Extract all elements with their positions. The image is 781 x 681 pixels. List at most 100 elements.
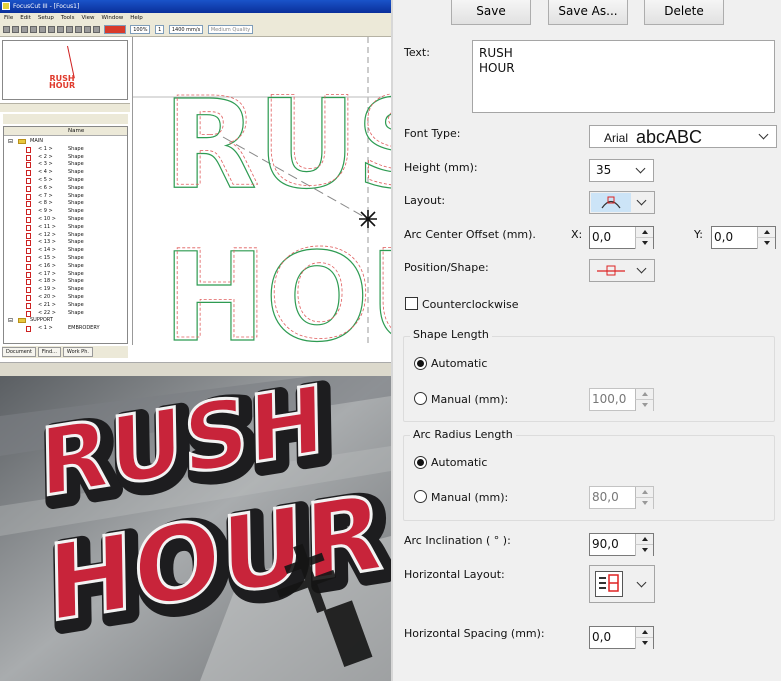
font-type-label: Font Type:	[404, 127, 461, 140]
redo-icon[interactable]	[66, 26, 73, 33]
spin-down-icon[interactable]	[635, 238, 653, 249]
folder-icon	[18, 139, 26, 144]
tree-row[interactable]: < 4 > Shape	[4, 169, 127, 177]
tree-row[interactable]: < 1 > EMBRODERY	[4, 325, 127, 333]
chevron-down-icon	[631, 160, 653, 181]
menu-item-window[interactable]: Window	[102, 15, 124, 21]
color-picker[interactable]	[103, 25, 126, 34]
tree-row[interactable]: < 1 > Shape	[4, 146, 127, 154]
arc-radius-title: Arc Radius Length	[410, 428, 516, 441]
menu-item-help[interactable]: Help	[130, 15, 143, 21]
paste-icon[interactable]	[48, 26, 55, 33]
shape-length-manual-input[interactable]: 100,0	[589, 388, 654, 411]
spin-down-icon[interactable]	[635, 638, 653, 649]
tree-row[interactable]: < 19 > Shape	[4, 286, 127, 294]
tree-row[interactable]: < 22 > Shape	[4, 310, 127, 318]
spin-up-icon[interactable]	[635, 534, 653, 545]
font-type-select[interactable]: Arial abcABC	[589, 125, 777, 148]
arc-inclination-input[interactable]: 90,0	[589, 533, 654, 556]
menu-item-setup[interactable]: Setup	[38, 15, 54, 21]
cut-icon[interactable]	[30, 26, 37, 33]
height-select[interactable]: 35	[589, 159, 654, 182]
speed-field[interactable]: 1400 mm/s	[168, 25, 204, 34]
help-icon[interactable]	[93, 26, 100, 33]
tree-row[interactable]: < 5 > Shape	[4, 177, 127, 185]
arc-center-y-input[interactable]: 0,0	[711, 226, 776, 249]
cut-job-icon[interactable]	[84, 26, 91, 33]
tree-row[interactable]: < 17 > Shape	[4, 271, 127, 279]
arc-radius-automatic-radio[interactable]	[414, 456, 427, 469]
menu-item-view[interactable]: View	[81, 15, 94, 21]
shape-length-automatic-radio[interactable]	[414, 357, 427, 370]
tree-row[interactable]: < 13 > Shape	[4, 239, 127, 247]
new-icon[interactable]	[3, 26, 10, 33]
tree-row[interactable]: < 9 > Shape	[4, 208, 127, 216]
delete-button[interactable]: Delete	[644, 0, 724, 25]
baseline-position-icon	[593, 262, 629, 279]
text-input[interactable]: RUSH HOUR	[472, 40, 775, 113]
spin-up-icon[interactable]	[635, 389, 653, 400]
chevron-down-icon	[632, 260, 654, 281]
arc-radius-manual-input[interactable]: 80,0	[589, 486, 654, 509]
arc-center-x-input[interactable]: 0,0	[589, 226, 654, 249]
copy-icon[interactable]	[39, 26, 46, 33]
tree-row[interactable]: < 2 > Shape	[4, 154, 127, 162]
panel-tab[interactable]: Find...	[37, 347, 61, 357]
layout-label: Layout:	[404, 194, 446, 207]
quality-field[interactable]: Medium Quality	[207, 25, 254, 34]
shape-icon	[26, 263, 31, 270]
tree-row[interactable]: < 10 > Shape	[4, 216, 127, 224]
tree-row[interactable]: < 12 > Shape	[4, 232, 127, 240]
tree-row[interactable]: < 20 > Shape	[4, 294, 127, 302]
tree-row[interactable]: < 6 > Shape	[4, 185, 127, 193]
spin-up-icon[interactable]	[757, 227, 775, 238]
app-icon	[2, 2, 10, 10]
spin-down-icon[interactable]	[635, 400, 653, 411]
counterclockwise-checkbox[interactable]	[405, 297, 418, 310]
layer-field[interactable]: 1	[155, 25, 165, 34]
save-as-button[interactable]: Save As...	[548, 0, 628, 25]
focuscut-window: FocusCut III - [Focus1] File Edit Setup Too…	[0, 0, 391, 681]
tree-row[interactable]: < 14 > Shape	[4, 247, 127, 255]
tree-row[interactable]: < 21 > Shape	[4, 302, 127, 310]
menu-item-edit[interactable]: Edit	[20, 15, 31, 21]
shape-icon	[26, 217, 31, 223]
tree-row[interactable]: < 11 > Shape	[4, 224, 127, 232]
shape-icon	[26, 162, 31, 169]
print-icon[interactable]	[75, 26, 82, 33]
spin-down-icon[interactable]	[757, 238, 775, 249]
spin-up-icon[interactable]	[635, 227, 653, 238]
tree-row[interactable]: < 15 > Shape	[4, 255, 127, 263]
tree-row[interactable]: < 18 > Shape	[4, 278, 127, 286]
arc-radius-manual-radio[interactable]	[414, 490, 427, 503]
panel-tab[interactable]: Document	[2, 347, 36, 357]
horizontal-spacing-input[interactable]: 0,0	[589, 626, 654, 649]
save-icon[interactable]	[21, 26, 28, 33]
tree-row[interactable]: < 7 > Shape	[4, 193, 127, 201]
layout-select[interactable]	[589, 191, 655, 214]
tree-row[interactable]: < 3 > Shape	[4, 161, 127, 169]
design-canvas[interactable]: RUS RUS HOU HOU	[132, 37, 391, 345]
menu-item-tools[interactable]: Tools	[61, 15, 75, 21]
arc-center-marker[interactable]	[359, 210, 377, 228]
spin-up-icon[interactable]	[635, 627, 653, 638]
spin-down-icon[interactable]	[635, 545, 653, 556]
spin-down-icon[interactable]	[635, 498, 653, 509]
panel-tab[interactable]: Work Ph.	[62, 347, 93, 357]
undo-icon[interactable]	[57, 26, 64, 33]
open-icon[interactable]	[12, 26, 19, 33]
shape-length-manual-radio[interactable]	[414, 392, 427, 405]
spin-up-icon[interactable]	[635, 487, 653, 498]
zoom-field[interactable]: 100%	[130, 25, 151, 34]
object-tree[interactable]: Name ⊟ MAIN < 1 > Shape < 2 > Shape < 3 > Shape…	[3, 126, 128, 344]
position-shape-select[interactable]	[589, 259, 655, 282]
tree-group[interactable]: ⊟ MAIN	[4, 138, 127, 146]
tree-row[interactable]: < 8 > Shape	[4, 200, 127, 208]
chevron-down-icon	[632, 574, 654, 595]
horizontal-layout-select[interactable]	[589, 565, 655, 603]
menu-item-file[interactable]: File	[4, 15, 13, 21]
tree-row[interactable]: < 16 > Shape	[4, 263, 127, 271]
save-button[interactable]: Save	[451, 0, 531, 25]
counterclockwise-label: Counterclockwise	[422, 298, 519, 311]
tree-group[interactable]: ⊟ SUPPORT	[4, 317, 127, 325]
